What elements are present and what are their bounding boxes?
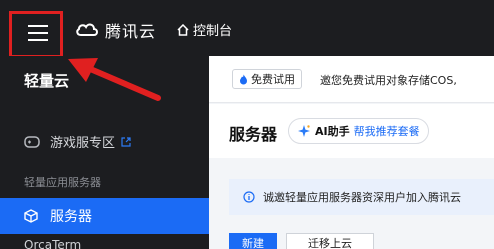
gamepad-icon	[24, 135, 40, 148]
cube-icon	[24, 209, 38, 223]
sidebar-brand-title: 轻量云	[24, 72, 70, 90]
page-title: 服务器	[229, 125, 278, 144]
info-icon	[243, 191, 255, 203]
sidebar-section-label: 轻量应用服务器	[24, 176, 101, 189]
sidebar-item-servers-label: 服务器	[50, 209, 92, 225]
hamburger-menu-icon[interactable]	[28, 25, 48, 43]
sidebar-item-servers[interactable]: 服务器	[0, 198, 209, 234]
info-notice: 诚邀轻量应用服务器资深用户加入腾讯云	[229, 179, 494, 215]
ai-recommend-link[interactable]: 帮我推荐套餐	[354, 123, 420, 139]
promo-text: 邀您免费试用对象存储COS,	[320, 74, 457, 87]
tencent-cloud-logo[interactable]: 腾讯云	[75, 18, 156, 42]
ai-assistant-name: AI助手	[315, 125, 350, 138]
sidebar-item-game-zone[interactable]: 游戏服专区	[24, 132, 131, 151]
console-link[interactable]: 控制台	[177, 20, 232, 39]
cloud-logo-icon	[76, 23, 98, 36]
notice-text: 诚邀轻量应用服务器资深用户加入腾讯云	[263, 191, 461, 204]
sidebar-item-game-zone-label: 游戏服专区	[50, 136, 116, 151]
external-link-icon	[121, 136, 131, 147]
ai-assistant-button[interactable]: AI助手 帮我推荐套餐	[288, 118, 429, 144]
logo-text: 腾讯云	[105, 22, 157, 41]
free-trial-label: 免费试用	[251, 73, 295, 86]
migrate-button[interactable]: 迁移上云	[286, 233, 374, 249]
flame-icon	[240, 74, 247, 84]
free-trial-tag[interactable]: 免费试用	[232, 69, 302, 89]
sidebar-item-orcaterm[interactable]: OrcaTerm	[24, 238, 81, 249]
new-button[interactable]: 新建	[229, 233, 277, 249]
menu-button-highlight[interactable]	[9, 11, 63, 58]
home-icon	[177, 23, 189, 36]
ai-sparkle-icon	[298, 125, 310, 137]
console-label: 控制台	[193, 24, 233, 39]
